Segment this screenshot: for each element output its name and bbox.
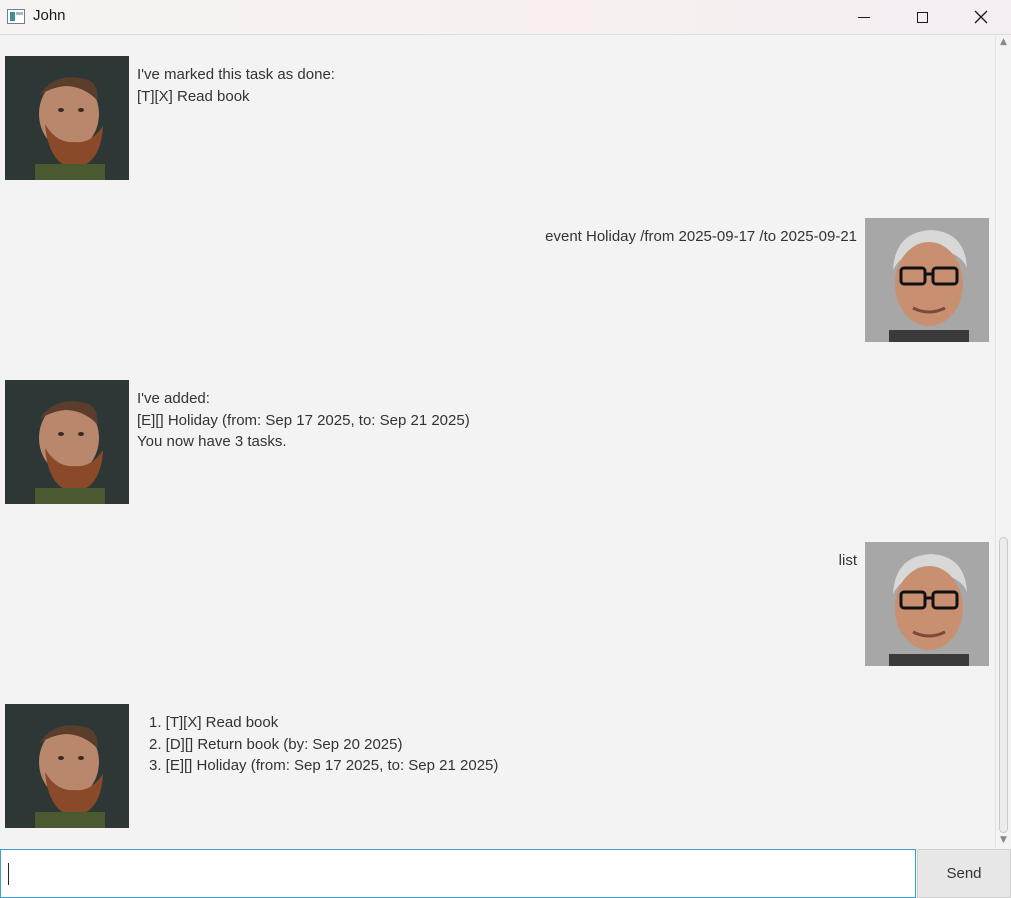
glasses-man-avatar [865, 218, 989, 342]
title-bar: John [0, 0, 1011, 35]
bearded-man-avatar [5, 380, 129, 504]
list-item: 1. [T][X] Read book [149, 714, 279, 731]
send-button[interactable]: Send [917, 849, 1011, 898]
close-icon [974, 10, 988, 24]
glasses-man-avatar [865, 542, 989, 666]
maximize-button[interactable] [893, 0, 951, 34]
app-icon [7, 9, 25, 24]
message-line: list [838, 552, 857, 569]
user-message: list [700, 550, 857, 572]
bot-message: I've marked this task as done: [T][X] Rea… [137, 64, 335, 107]
message-input[interactable] [0, 849, 916, 898]
message-line: You now have 3 tasks. [137, 433, 287, 450]
maximize-icon [916, 11, 928, 23]
minimize-icon [858, 16, 870, 18]
bot-message: 1. [T][X] Read book 2. [D][] Return book … [149, 712, 498, 777]
dialog-container[interactable]: I've marked this task as done: [T][X] Rea… [0, 36, 995, 848]
scroll-up-icon[interactable]: ▲ [999, 38, 1008, 47]
window-title: John [33, 7, 66, 24]
minimize-button[interactable] [835, 0, 893, 34]
message-line: [T][X] Read book [137, 87, 250, 105]
text-caret [8, 863, 9, 885]
scroll-thumb[interactable] [999, 537, 1008, 833]
message-line: I've marked this task as done: [137, 66, 335, 83]
message-line: event Holiday /from 2025-09-17 /to 2025-… [545, 228, 857, 245]
message-line: I've added: [137, 390, 210, 407]
list-item: 2. [D][] Return book (by: Sep 20 2025) [149, 735, 403, 753]
bot-message: I've added: [E][] Holiday (from: Sep 17 2… [137, 388, 470, 453]
bearded-man-avatar [5, 704, 129, 828]
bearded-man-avatar [5, 56, 129, 180]
close-button[interactable] [952, 0, 1010, 34]
scroll-down-icon[interactable]: ▼ [999, 836, 1008, 845]
message-line: [E][] Holiday (from: Sep 17 2025, to: Se… [137, 411, 470, 429]
list-item: 3. [E][] Holiday (from: Sep 17 2025, to:… [149, 757, 499, 774]
vertical-scrollbar[interactable]: ▲ ▼ [995, 36, 1011, 848]
user-message: event Holiday /from 2025-09-17 /to 2025-… [480, 226, 857, 248]
